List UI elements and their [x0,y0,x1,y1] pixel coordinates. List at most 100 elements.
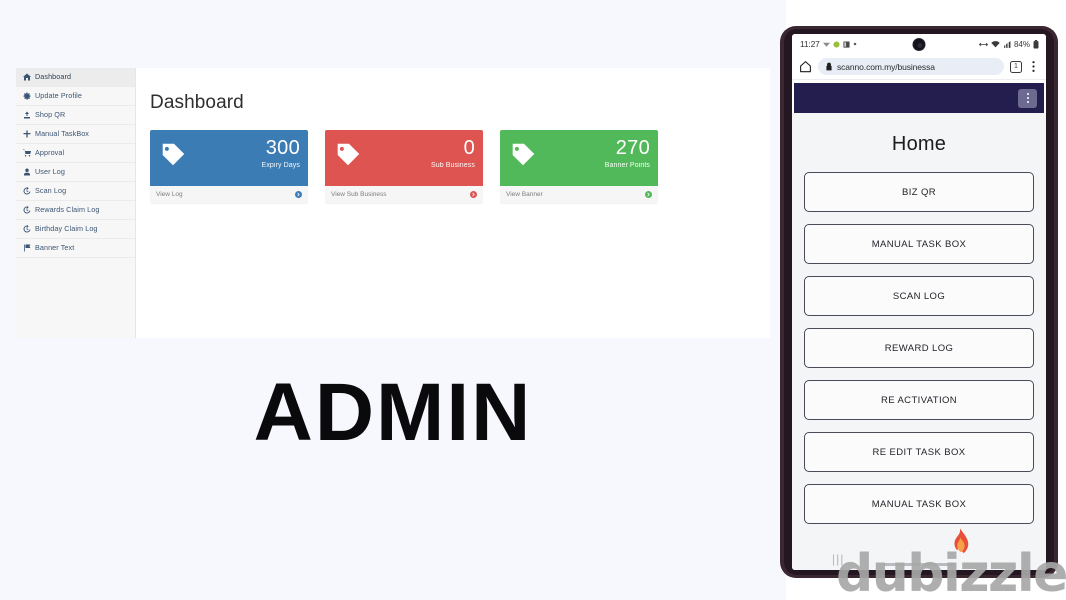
download-icon [22,111,31,120]
wifi-icon [991,40,1000,48]
tab-counter-button[interactable]: 1 [1010,60,1022,73]
flame-icon [949,528,971,558]
sidebar-item-label: Rewards Claim Log [35,205,100,215]
app-body: Home BIZ QR MANUAL TASK BOX SCAN LOG REW… [792,113,1046,570]
sidebar: Dashboard Update Profile Shop QR Manual … [16,68,136,338]
stat-cards-row: 300 Expiry Days View Log 0 Sub Business … [150,130,770,203]
sidebar-item-label: Update Profile [35,91,82,101]
tag-icon [508,139,538,169]
screenshot-root: Dashboard Update Profile Shop QR Manual … [0,0,1066,600]
main-content: Dashboard 300 Expiry Days View Log 0 Sub… [136,68,770,338]
sidebar-item-manual-taskbox[interactable]: Manual TaskBox [16,125,135,144]
dot [1026,101,1029,103]
sidebar-item-dashboard[interactable]: Dashboard [16,68,135,87]
sidebar-item-label: User Log [35,167,65,177]
circle-arrow-right-icon [645,191,652,198]
home-icon[interactable] [799,60,812,73]
stat-card-numbers: 270 Banner Points [605,137,650,169]
stat-card-footer-label: View Banner [506,191,543,198]
sidebar-item-label: Manual TaskBox [35,129,90,139]
menu-button-manual-task-box-2[interactable]: MANUAL TASK BOX [804,484,1034,524]
app-page-title: Home [891,133,947,155]
stat-card-footer-label: View Log [156,191,183,198]
sidebar-item-label: Approval [35,148,65,158]
stat-card-expiry-days: 300 Expiry Days View Log [150,130,308,203]
status-bar-clock: 11:27 [800,39,820,49]
flag-icon [22,244,31,253]
dot [1026,93,1029,95]
status-bar-left: 11:27 [800,39,857,49]
stat-card-body: 300 Expiry Days [150,130,308,186]
history-icon [22,187,31,196]
tag-icon [333,139,363,169]
menu-button-re-activation[interactable]: RE ACTIVATION [804,380,1034,420]
stat-card-label: Expiry Days [261,162,300,169]
sidebar-item-label: Banner Text [35,243,75,253]
circle-arrow-right-icon [470,191,477,198]
stat-card-sub-business: 0 Sub Business View Sub Business [325,130,483,203]
stat-card-footer-link[interactable]: View Banner [500,186,658,203]
admin-caption: ADMIN [253,367,533,458]
stat-card-value: 300 [265,137,300,159]
phone-mockup: 11:27 84% scanno.com.my/businessa 1 Home… [780,26,1058,578]
menu-button-biz-qr[interactable]: BIZ QR [804,172,1034,212]
battery-percentage: 84% [1013,39,1030,49]
stat-card-numbers: 300 Expiry Days [262,137,300,169]
sidebar-item-update-profile[interactable]: Update Profile [16,87,135,106]
menu-button-reward-log[interactable]: REWARD LOG [804,328,1034,368]
status-bar-right: 84% [978,34,1039,54]
stat-card-value: 270 [615,137,650,159]
sidebar-item-user-log[interactable]: User Log [16,163,135,182]
home-icon [22,73,31,82]
page-title: Dashboard [150,92,244,113]
navbar-menu-button[interactable] [1018,88,1037,108]
wifi-calling-icon [822,41,830,48]
browser-menu-icon[interactable] [1028,60,1039,73]
admin-app-window: Dashboard Update Profile Shop QR Manual … [16,68,770,338]
phone-screen: 11:27 84% scanno.com.my/businessa 1 Home… [792,34,1046,570]
sidebar-item-label: Shop QR [35,110,66,120]
sidebar-item-label: Dashboard [35,72,72,82]
sidebar-item-shop-qr[interactable]: Shop QR [16,106,135,125]
menu-button-scan-log[interactable]: SCAN LOG [804,276,1034,316]
stat-card-footer-label: View Sub Business [331,191,387,198]
stat-card-numbers: 0 Sub Business [431,137,475,169]
history-icon [22,206,31,215]
camera-punch-hole [912,38,926,51]
lock-icon [825,62,833,71]
phone-frame: 11:27 84% scanno.com.my/businessa 1 Home… [780,26,1058,578]
sidebar-item-scan-log[interactable]: Scan Log [16,182,135,201]
plus-icon [22,130,31,139]
browser-url-bar: scanno.com.my/businessa 1 [792,54,1046,80]
stat-card-banner-points: 270 Banner Points View Banner [500,130,658,203]
sidebar-item-birthday-claim-log[interactable]: Birthday Claim Log [16,220,135,239]
gallery-notification-icon [843,40,850,48]
sidebar-item-rewards-claim-log[interactable]: Rewards Claim Log [16,201,135,220]
app-notification-icon [833,40,840,48]
stat-card-body: 0 Sub Business [325,130,483,186]
menu-button-re-edit-task-box[interactable]: RE EDIT TASK BOX [804,432,1034,472]
stat-card-footer-link[interactable]: View Log [150,186,308,203]
sidebar-item-banner-text[interactable]: Banner Text [16,239,135,258]
stat-card-footer-link[interactable]: View Sub Business [325,186,483,203]
gear-icon [22,92,31,101]
cellular-signal-icon [1003,40,1011,48]
dot-notification-icon [853,42,857,46]
stat-card-value: 0 [463,137,475,159]
status-bar: 11:27 84% [792,34,1046,54]
tag-icon [158,139,188,169]
stat-card-label: Banner Points [604,162,650,169]
menu-button-manual-task-box[interactable]: MANUAL TASK BOX [804,224,1034,264]
battery-icon [1033,39,1039,49]
sidebar-item-approval[interactable]: Approval [16,144,135,163]
admin-dashboard-screenshot: Dashboard Update Profile Shop QR Manual … [0,0,786,600]
cart-icon [22,149,31,158]
history-icon [22,225,31,234]
address-bar[interactable]: scanno.com.my/businessa [818,58,1004,75]
user-icon [22,168,31,177]
stat-card-body: 270 Banner Points [500,130,658,186]
sidebar-item-label: Birthday Claim Log [35,224,98,234]
vpn-icon [978,41,988,48]
app-navbar [794,83,1044,113]
sidebar-item-label: Scan Log [35,186,67,196]
